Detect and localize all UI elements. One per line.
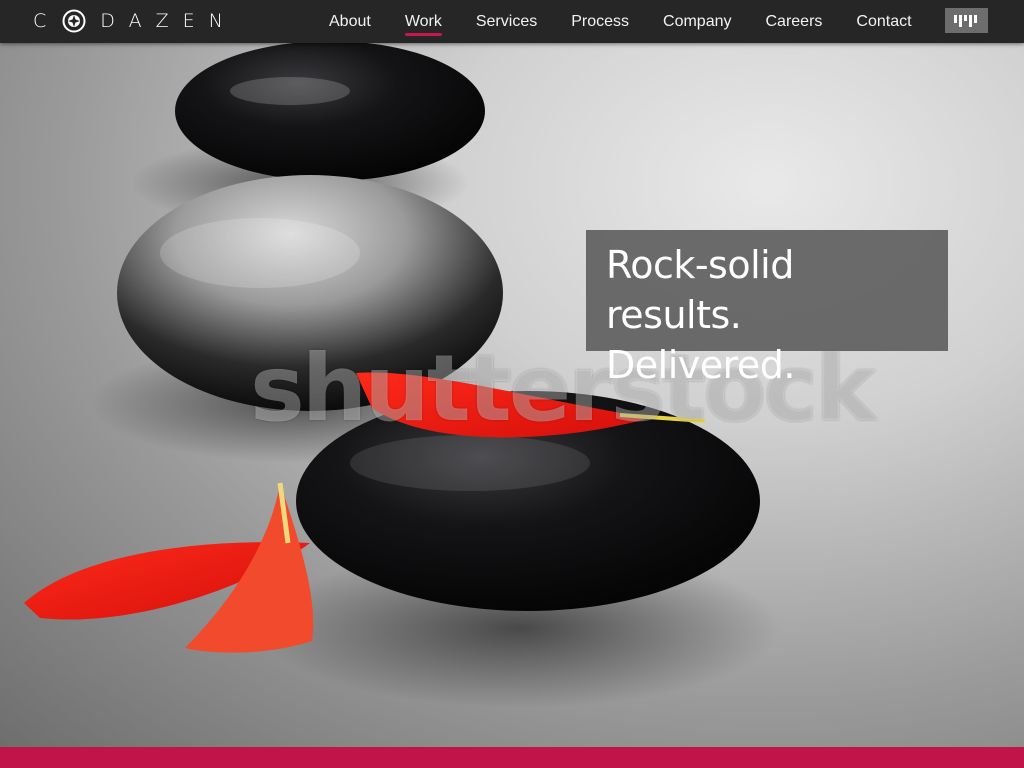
nav-item-about[interactable]: About (312, 0, 388, 43)
nav-item-services[interactable]: Services (459, 0, 554, 43)
navbar: C DAZEN About Work Services Process Comp… (0, 0, 1024, 43)
main-nav: About Work Services Process Company Care… (312, 0, 929, 43)
footer-accent-bar (0, 747, 1024, 768)
brand-initial: C (33, 10, 49, 32)
nav-item-work[interactable]: Work (388, 0, 459, 43)
brand-logo[interactable]: C DAZEN (33, 9, 237, 33)
nav-item-process[interactable]: Process (554, 0, 646, 43)
tagline-line-1: Rock-solid results. (606, 243, 794, 337)
nav-item-careers[interactable]: Careers (749, 0, 840, 43)
nav-item-contact[interactable]: Contact (839, 0, 928, 43)
tagline-box: Rock-solid results. Delivered. (586, 230, 948, 387)
nav-item-company[interactable]: Company (646, 0, 748, 43)
tagline-line-2: Delivered. (606, 343, 796, 387)
bars-menu-icon (953, 14, 977, 27)
brand-name: DAZEN (100, 10, 237, 32)
hero-image: shutterstock Rock-solid results. Deliver… (0, 43, 1024, 747)
compass-logo-icon (62, 9, 86, 33)
menu-button[interactable] (945, 8, 988, 33)
